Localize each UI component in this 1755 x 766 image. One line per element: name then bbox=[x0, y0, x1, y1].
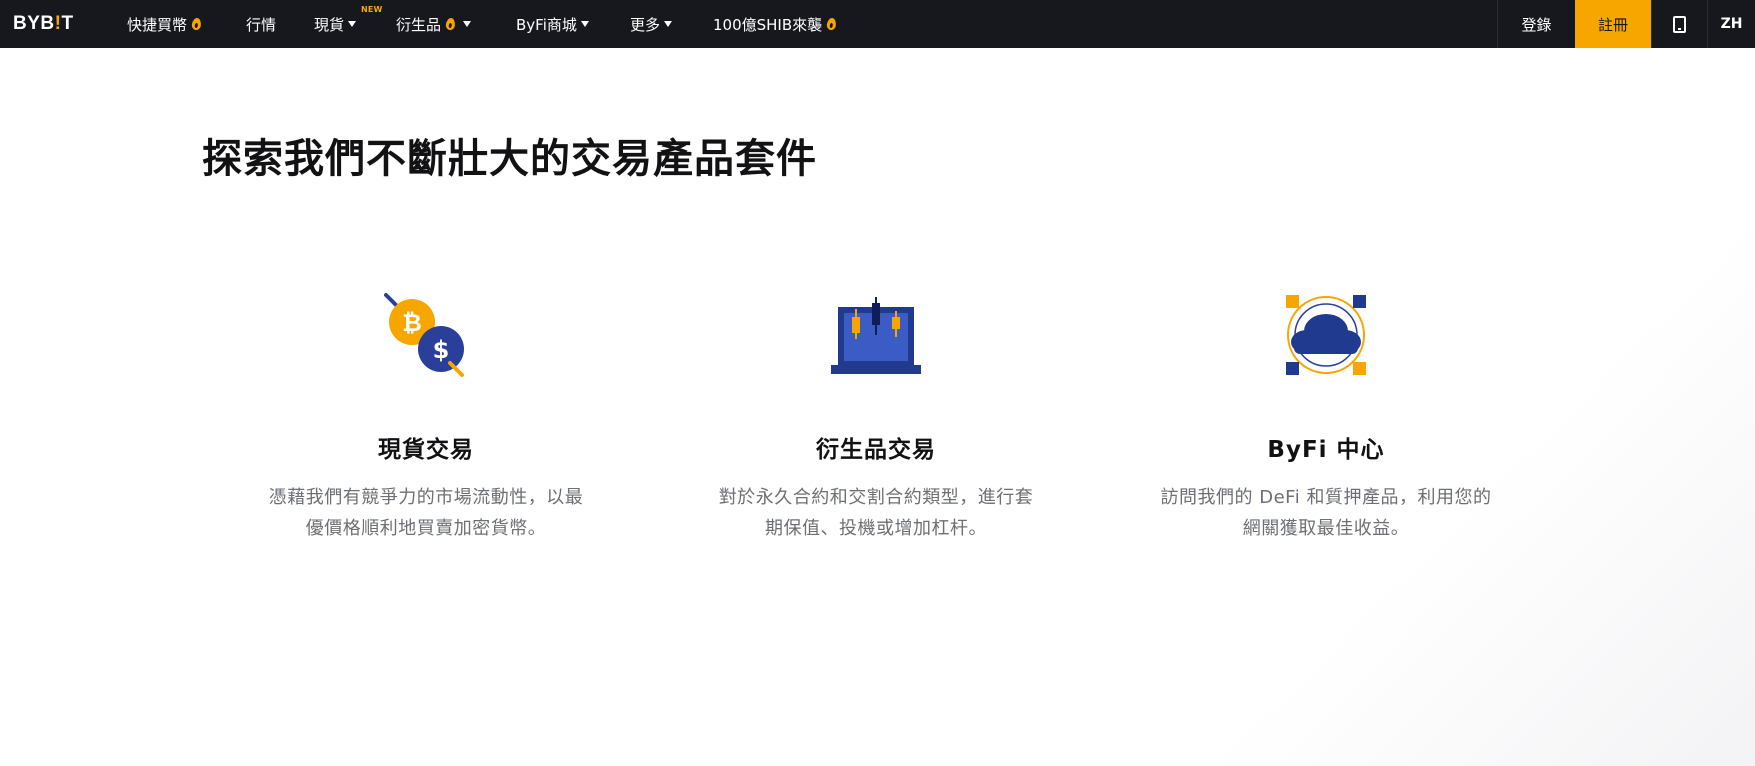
fire-icon bbox=[445, 17, 456, 31]
product-card-derivatives[interactable]: 衍生品交易 對於永久合約和交割合約類型，進行套 期保值、投機或增加杠杆。 bbox=[686, 285, 1066, 544]
nav-item-more[interactable]: 更多 bbox=[630, 0, 673, 48]
card-title: 現貨交易 bbox=[378, 437, 474, 463]
chevron-down-icon bbox=[348, 21, 357, 27]
svg-text:₿: ₿ bbox=[402, 309, 422, 337]
page-title: 探索我們不斷壯大的交易產品套件 bbox=[202, 136, 817, 182]
nav-item-markets[interactable]: 行情 bbox=[246, 0, 276, 48]
card-description: 憑藉我們有競爭力的市場流動性，以最 優價格順利地買賣加密貨幣。 bbox=[268, 487, 584, 539]
crypto-exchange-icon: ₿ $ bbox=[384, 293, 464, 377]
nav-item-spot[interactable]: 現貨 bbox=[314, 0, 357, 48]
fire-icon bbox=[826, 17, 837, 31]
card-description: 訪問我們的 DeFi 和質押產品，利用您的 網關獲取最佳收益。 bbox=[1160, 487, 1492, 539]
card-title: 衍生品交易 bbox=[816, 437, 936, 463]
language-selector[interactable]: ZH bbox=[1707, 0, 1755, 48]
product-card-spot[interactable]: ₿ $ 現貨交易 憑藉我們有競爭力的市場流動性，以最 優價格順利地買賣加密貨幣。 bbox=[236, 285, 616, 544]
fire-icon bbox=[191, 17, 202, 31]
card-title: ByFi 中心 bbox=[1267, 437, 1385, 463]
card-description: 對於永久合約和交割合約類型，進行套 期保值、投機或增加杠杆。 bbox=[718, 487, 1034, 539]
candlestick-laptop-icon bbox=[831, 297, 921, 374]
top-navigation: BYB! T 快捷買幣 行情 現貨 NEW 衍生品 ByFi商城 更多 100億S… bbox=[0, 0, 1755, 48]
nav-item-derivatives[interactable]: 衍生品 bbox=[396, 0, 472, 48]
svg-text:$: $ bbox=[433, 336, 450, 364]
chevron-down-icon bbox=[580, 21, 589, 27]
nav-item-byfi-mall[interactable]: ByFi商城 bbox=[516, 0, 589, 48]
cloud-network-icon bbox=[1286, 295, 1366, 375]
chevron-down-icon bbox=[664, 21, 673, 27]
bybit-logo[interactable]: BYB! T bbox=[0, 0, 90, 48]
nav-actions: 登錄 註冊 ZH bbox=[1497, 0, 1755, 48]
mobile-app-button[interactable] bbox=[1651, 0, 1707, 48]
login-button[interactable]: 登錄 bbox=[1497, 0, 1575, 48]
signup-button[interactable]: 註冊 bbox=[1575, 0, 1651, 48]
chevron-down-icon bbox=[463, 21, 472, 27]
product-card-byfi[interactable]: ByFi 中心 訪問我們的 DeFi 和質押產品，利用您的 網關獲取最佳收益。 bbox=[1136, 285, 1516, 544]
new-badge: NEW bbox=[361, 5, 383, 14]
nav-item-shib-promo[interactable]: 100億SHIB來襲 bbox=[713, 0, 837, 48]
nav-item-quick-buy[interactable]: 快捷買幣 bbox=[127, 0, 202, 48]
phone-icon bbox=[1673, 15, 1686, 33]
